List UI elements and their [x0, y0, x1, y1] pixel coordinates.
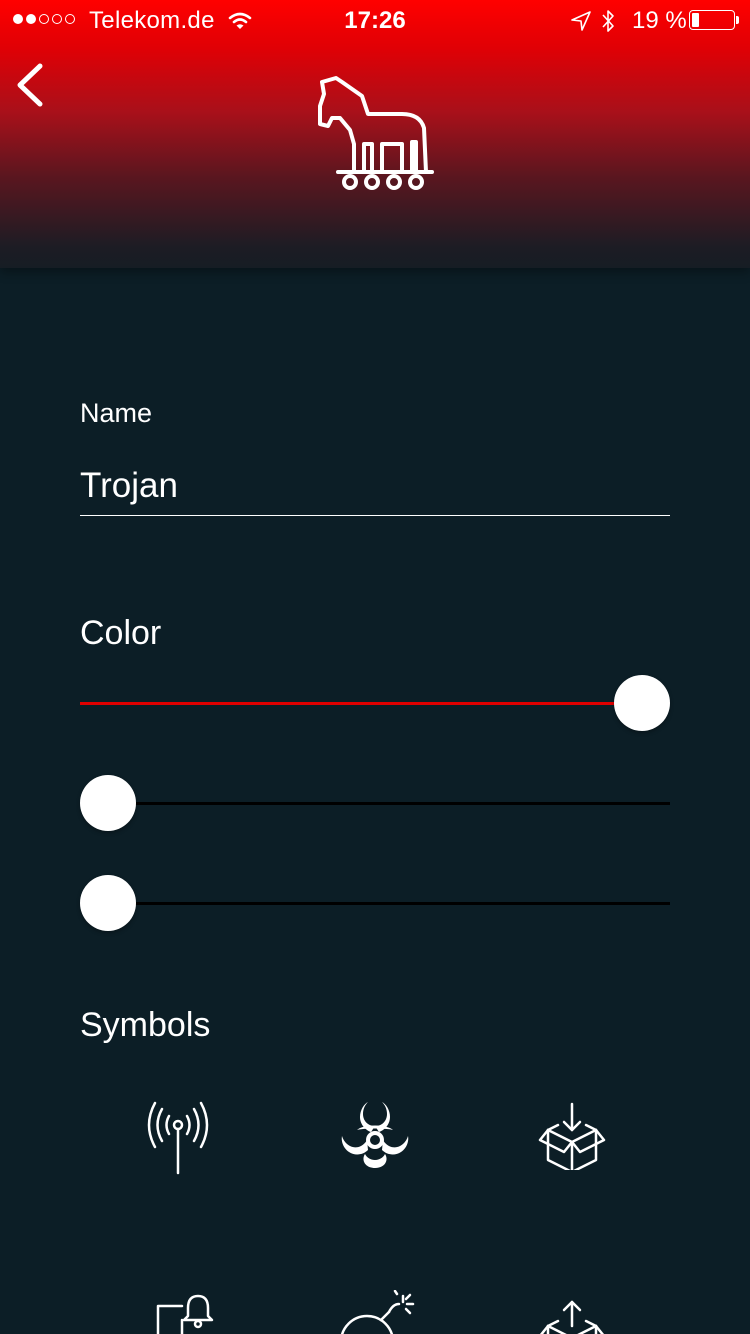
- slider-thumb[interactable]: [614, 675, 670, 731]
- box-download-icon[interactable]: [527, 1090, 617, 1180]
- green-color-slider[interactable]: [80, 775, 670, 831]
- battery-percent: 19 %: [632, 7, 687, 34]
- antenna-icon[interactable]: [133, 1090, 223, 1180]
- symbols-label: Symbols: [80, 1006, 211, 1044]
- slider-thumb[interactable]: [80, 875, 136, 931]
- chevron-left-icon: [17, 63, 43, 107]
- name-input[interactable]: [80, 456, 670, 516]
- slider-track: [80, 802, 670, 805]
- slider-fill: [80, 702, 642, 705]
- bluetooth-icon: [600, 8, 616, 41]
- door-bell-icon[interactable]: [133, 1285, 223, 1334]
- biohazard-icon[interactable]: [330, 1090, 420, 1180]
- battery-icon: [689, 10, 735, 30]
- box-upload-icon[interactable]: [527, 1285, 617, 1334]
- screen: Telekom.de 17:26 19 % Name Trojan Color …: [0, 0, 750, 1334]
- bomb-icon[interactable]: [330, 1285, 420, 1334]
- name-label: Name: [80, 398, 153, 428]
- color-label: Color: [80, 614, 162, 652]
- slider-track: [80, 902, 670, 905]
- location-arrow-icon: [570, 10, 592, 39]
- status-bar: Telekom.de 17:26 19 %: [0, 0, 750, 40]
- blue-color-slider[interactable]: [80, 875, 670, 931]
- slider-thumb[interactable]: [80, 775, 136, 831]
- trojan-horse-icon: [310, 74, 440, 199]
- battery-level-fill: [692, 13, 699, 27]
- red-color-slider[interactable]: [80, 675, 670, 731]
- back-button[interactable]: [10, 58, 54, 112]
